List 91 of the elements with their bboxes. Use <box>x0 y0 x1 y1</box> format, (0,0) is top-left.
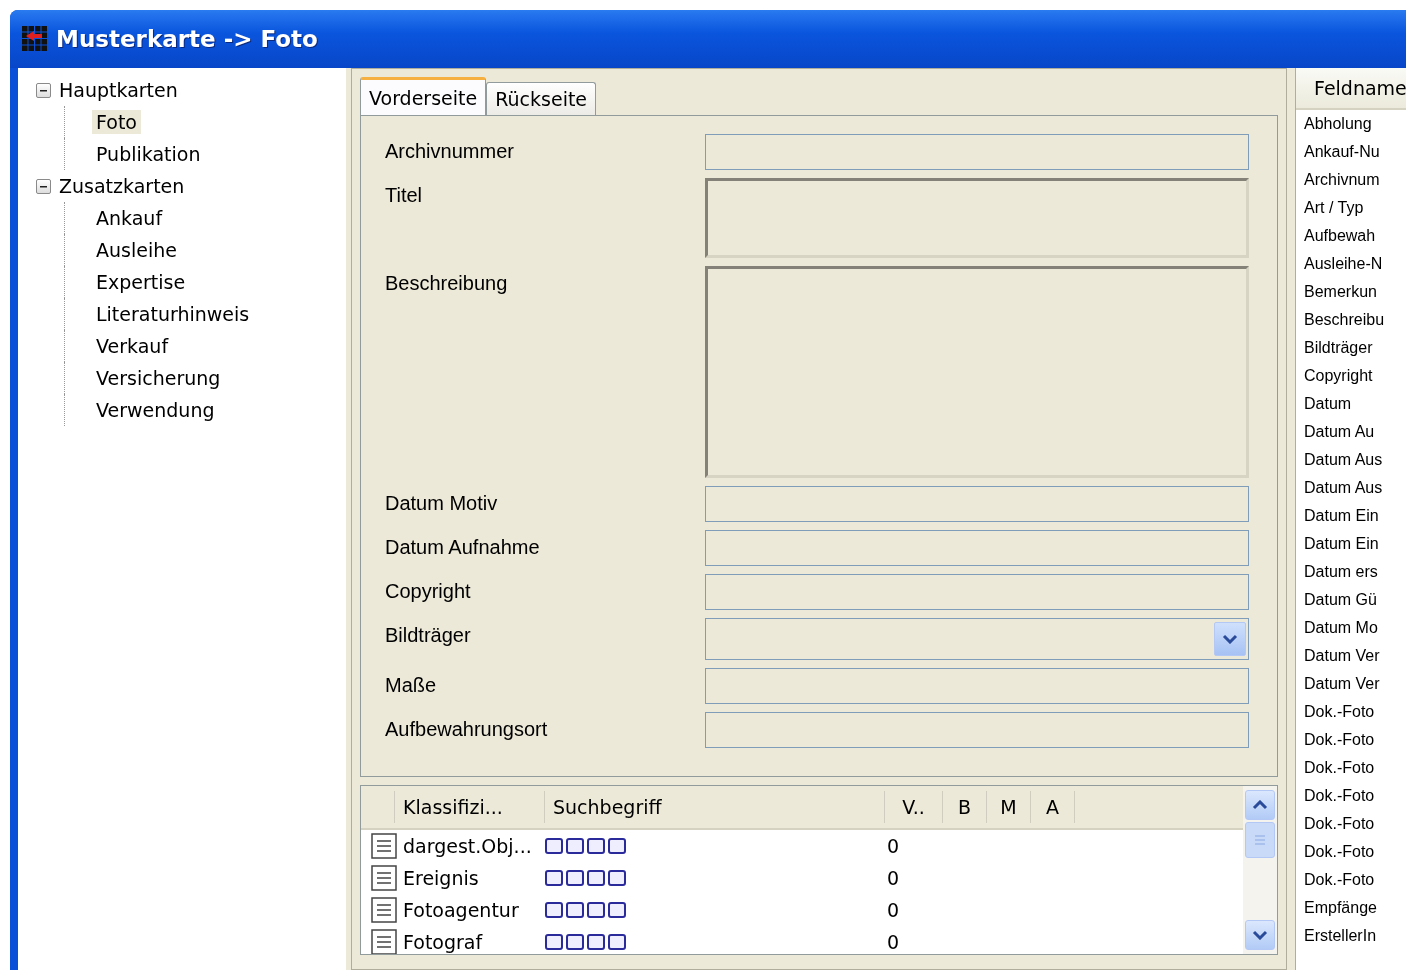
list-item[interactable]: Dok.-Foto <box>1296 838 1406 866</box>
scrollbar[interactable] <box>1243 786 1277 954</box>
scroll-down-button[interactable] <box>1245 920 1275 950</box>
list-item[interactable]: Datum Ver <box>1296 670 1406 698</box>
grip-icon <box>1254 834 1266 846</box>
list-item[interactable]: Copyright <box>1296 362 1406 390</box>
field-label: Titel <box>385 183 424 207</box>
list-item[interactable]: Datum Au <box>1296 418 1406 446</box>
list-item[interactable]: Dok.-Foto <box>1296 698 1406 726</box>
list-item[interactable]: Ankauf-Nu <box>1296 138 1406 166</box>
tree-item[interactable]: Publikation <box>92 142 205 166</box>
field-label: Maße <box>385 673 438 697</box>
field-label: Archivnummer <box>385 139 515 163</box>
tab[interactable]: Rückseite <box>486 82 597 115</box>
input-field[interactable] <box>705 668 1249 704</box>
list-item[interactable]: Datum ers <box>1296 558 1406 586</box>
column-header[interactable]: Klassifizi... <box>395 791 545 823</box>
chevron-down-icon <box>1222 634 1238 644</box>
list-item[interactable]: Datum Mo <box>1296 614 1406 642</box>
list-icon <box>371 897 397 923</box>
list-icon <box>371 833 397 859</box>
tree-item[interactable]: Ausleihe <box>92 238 181 262</box>
collapse-toggle[interactable] <box>36 82 51 98</box>
field-label: Aufbewahrungsort <box>385 717 549 741</box>
tab[interactable]: Vorderseite <box>360 77 487 115</box>
list-item[interactable]: Dok.-Foto <box>1296 866 1406 894</box>
list-item[interactable]: Datum <box>1296 390 1406 418</box>
list-item[interactable]: Datum Aus <box>1296 474 1406 502</box>
tree-item[interactable]: Verwendung <box>92 398 219 422</box>
list-item[interactable]: Datum Ein <box>1296 530 1406 558</box>
dropdown-button[interactable] <box>1214 622 1246 656</box>
field-label: Datum Aufnahme <box>385 535 541 559</box>
column-header[interactable]: Feldname <box>1296 68 1406 110</box>
list-item[interactable]: Datum Aus <box>1296 446 1406 474</box>
list-item[interactable]: Dok.-Foto <box>1296 782 1406 810</box>
table-cell-text: 0 <box>885 867 901 889</box>
table-cell-text: Fotoagentur <box>403 899 520 921</box>
chevron-up-icon <box>1252 800 1268 810</box>
list-item[interactable]: Bemerkun <box>1296 278 1406 306</box>
list-item[interactable]: Dok.-Foto <box>1296 754 1406 782</box>
column-header[interactable]: Suchbegriff <box>545 791 885 823</box>
input-field[interactable] <box>705 574 1249 610</box>
list-item[interactable]: Dok.-Foto <box>1296 726 1406 754</box>
window-title: Musterkarte -> Foto <box>56 26 318 52</box>
list-item[interactable]: Datum Ver <box>1296 642 1406 670</box>
column-header[interactable]: B <box>943 791 987 823</box>
column-header[interactable]: A <box>1031 791 1075 823</box>
tree-item[interactable]: Ankauf <box>92 206 167 230</box>
tree-item[interactable]: Foto <box>92 110 141 134</box>
tree-item[interactable]: Literaturhinweis <box>92 302 254 326</box>
list-item[interactable]: Empfänge <box>1296 894 1406 922</box>
input-field[interactable] <box>705 486 1249 522</box>
field-label: Beschreibung <box>385 271 509 295</box>
tree-item[interactable]: Zusatzkarten <box>55 174 189 198</box>
list-icon <box>371 865 397 891</box>
app-logo-icon <box>22 26 48 52</box>
chevron-down-icon <box>1252 930 1268 940</box>
list-item[interactable]: Beschreibu <box>1296 306 1406 334</box>
field-label: Copyright <box>385 579 472 603</box>
column-header[interactable]: M <box>987 791 1031 823</box>
dropdown-field[interactable] <box>705 618 1249 660</box>
list-item[interactable]: Datum Gü <box>1296 586 1406 614</box>
collapse-toggle[interactable] <box>36 178 51 194</box>
list-item[interactable]: Art / Typ <box>1296 194 1406 222</box>
tree-item[interactable]: Expertise <box>92 270 190 294</box>
input-field[interactable] <box>705 530 1249 566</box>
scroll-up-button[interactable] <box>1245 790 1275 820</box>
list-item[interactable]: Dok.-Foto <box>1296 810 1406 838</box>
list-item[interactable]: ErstellerIn <box>1296 922 1406 950</box>
table-cell-text: 0 <box>885 835 901 857</box>
field-label: Bildträger <box>385 623 472 647</box>
table-cell-text: Ereignis <box>403 867 480 889</box>
column-header[interactable]: V.. <box>885 791 943 823</box>
scroll-thumb[interactable] <box>1245 822 1275 858</box>
table-cell-text: 0 <box>885 931 901 953</box>
table-cell-text: Fotograf <box>403 931 484 953</box>
table-cell-text: 0 <box>885 899 901 921</box>
table-cell-text: dargest.Obj... <box>403 835 533 857</box>
list-item[interactable]: Datum Ein <box>1296 502 1406 530</box>
text-area[interactable] <box>705 178 1249 258</box>
list-item[interactable]: Abholung <box>1296 110 1406 138</box>
input-field[interactable] <box>705 134 1249 170</box>
tree-item[interactable]: Verkauf <box>92 334 173 358</box>
list-item[interactable]: Archivnum <box>1296 166 1406 194</box>
tree-item[interactable]: Versicherung <box>92 366 225 390</box>
field-label: Datum Motiv <box>385 491 499 515</box>
list-item[interactable]: Aufbewah <box>1296 222 1406 250</box>
list-item[interactable]: Bildträger <box>1296 334 1406 362</box>
tree-item[interactable]: Hauptkarten <box>55 78 182 102</box>
input-field[interactable] <box>705 712 1249 748</box>
list-item[interactable]: Ausleihe-N <box>1296 250 1406 278</box>
